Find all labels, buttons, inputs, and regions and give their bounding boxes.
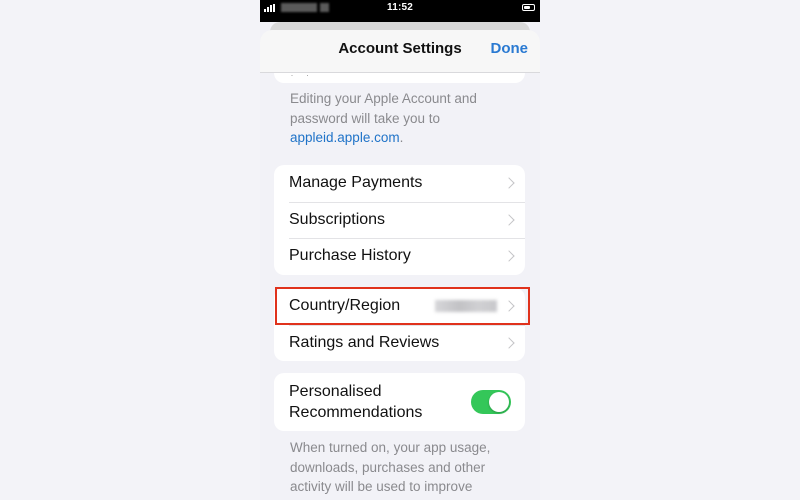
row-label: Manage Payments [289, 174, 423, 192]
chevron-right-icon [503, 214, 515, 226]
row-label: Subscriptions [289, 210, 386, 228]
chevron-right-icon [503, 300, 515, 312]
toggle-label: Personalised Recommendations [289, 383, 423, 421]
row-label: Ratings and Reviews [289, 333, 440, 351]
hidden-row-text: · · [291, 73, 315, 79]
recommendations-footnote: When turned on, your app usage, download… [290, 440, 491, 494]
personalised-recommendations-row: Personalised Recommendations [274, 373, 525, 431]
battery-icon [522, 4, 535, 11]
done-button[interactable]: Done [491, 40, 529, 57]
row-label: Country/Region [289, 297, 401, 315]
chevron-right-icon [503, 177, 515, 189]
appleid-link[interactable]: appleid.apple.com [290, 130, 400, 145]
ratings-reviews-row[interactable]: Ratings and Reviews [274, 324, 525, 362]
country-region-row[interactable]: Country/Region [274, 288, 525, 325]
country-value-blurred [435, 300, 497, 313]
row-label: Purchase History [289, 247, 411, 265]
subscriptions-row[interactable]: Subscriptions [274, 201, 525, 239]
personalised-recommendations-toggle[interactable] [471, 390, 511, 414]
status-bar: 11:52 [260, 0, 540, 22]
payments-group: Manage Payments Subscriptions Purchase H… [274, 165, 525, 275]
status-time: 11:52 [386, 2, 414, 13]
region-group: Country/Region Ratings and Reviews [274, 288, 525, 361]
recommendations-group: Personalised Recommendations [274, 373, 525, 431]
account-note-text: Editing your Apple Account and password … [290, 91, 477, 126]
chevron-right-icon [503, 250, 515, 262]
purchase-history-row[interactable]: Purchase History [274, 238, 525, 275]
toggle-knob [489, 392, 509, 412]
account-note: Editing your Apple Account and password … [290, 89, 515, 148]
phone-screen: 11:52 Account Settings Done · · Editing … [260, 0, 540, 500]
navigation-bar: Account Settings Done [260, 30, 540, 73]
chevron-right-icon [503, 337, 515, 349]
account-note-suffix: . [399, 130, 404, 145]
account-settings-sheet: Account Settings Done · · Editing your A… [260, 30, 540, 500]
manage-payments-row[interactable]: Manage Payments [274, 165, 525, 202]
